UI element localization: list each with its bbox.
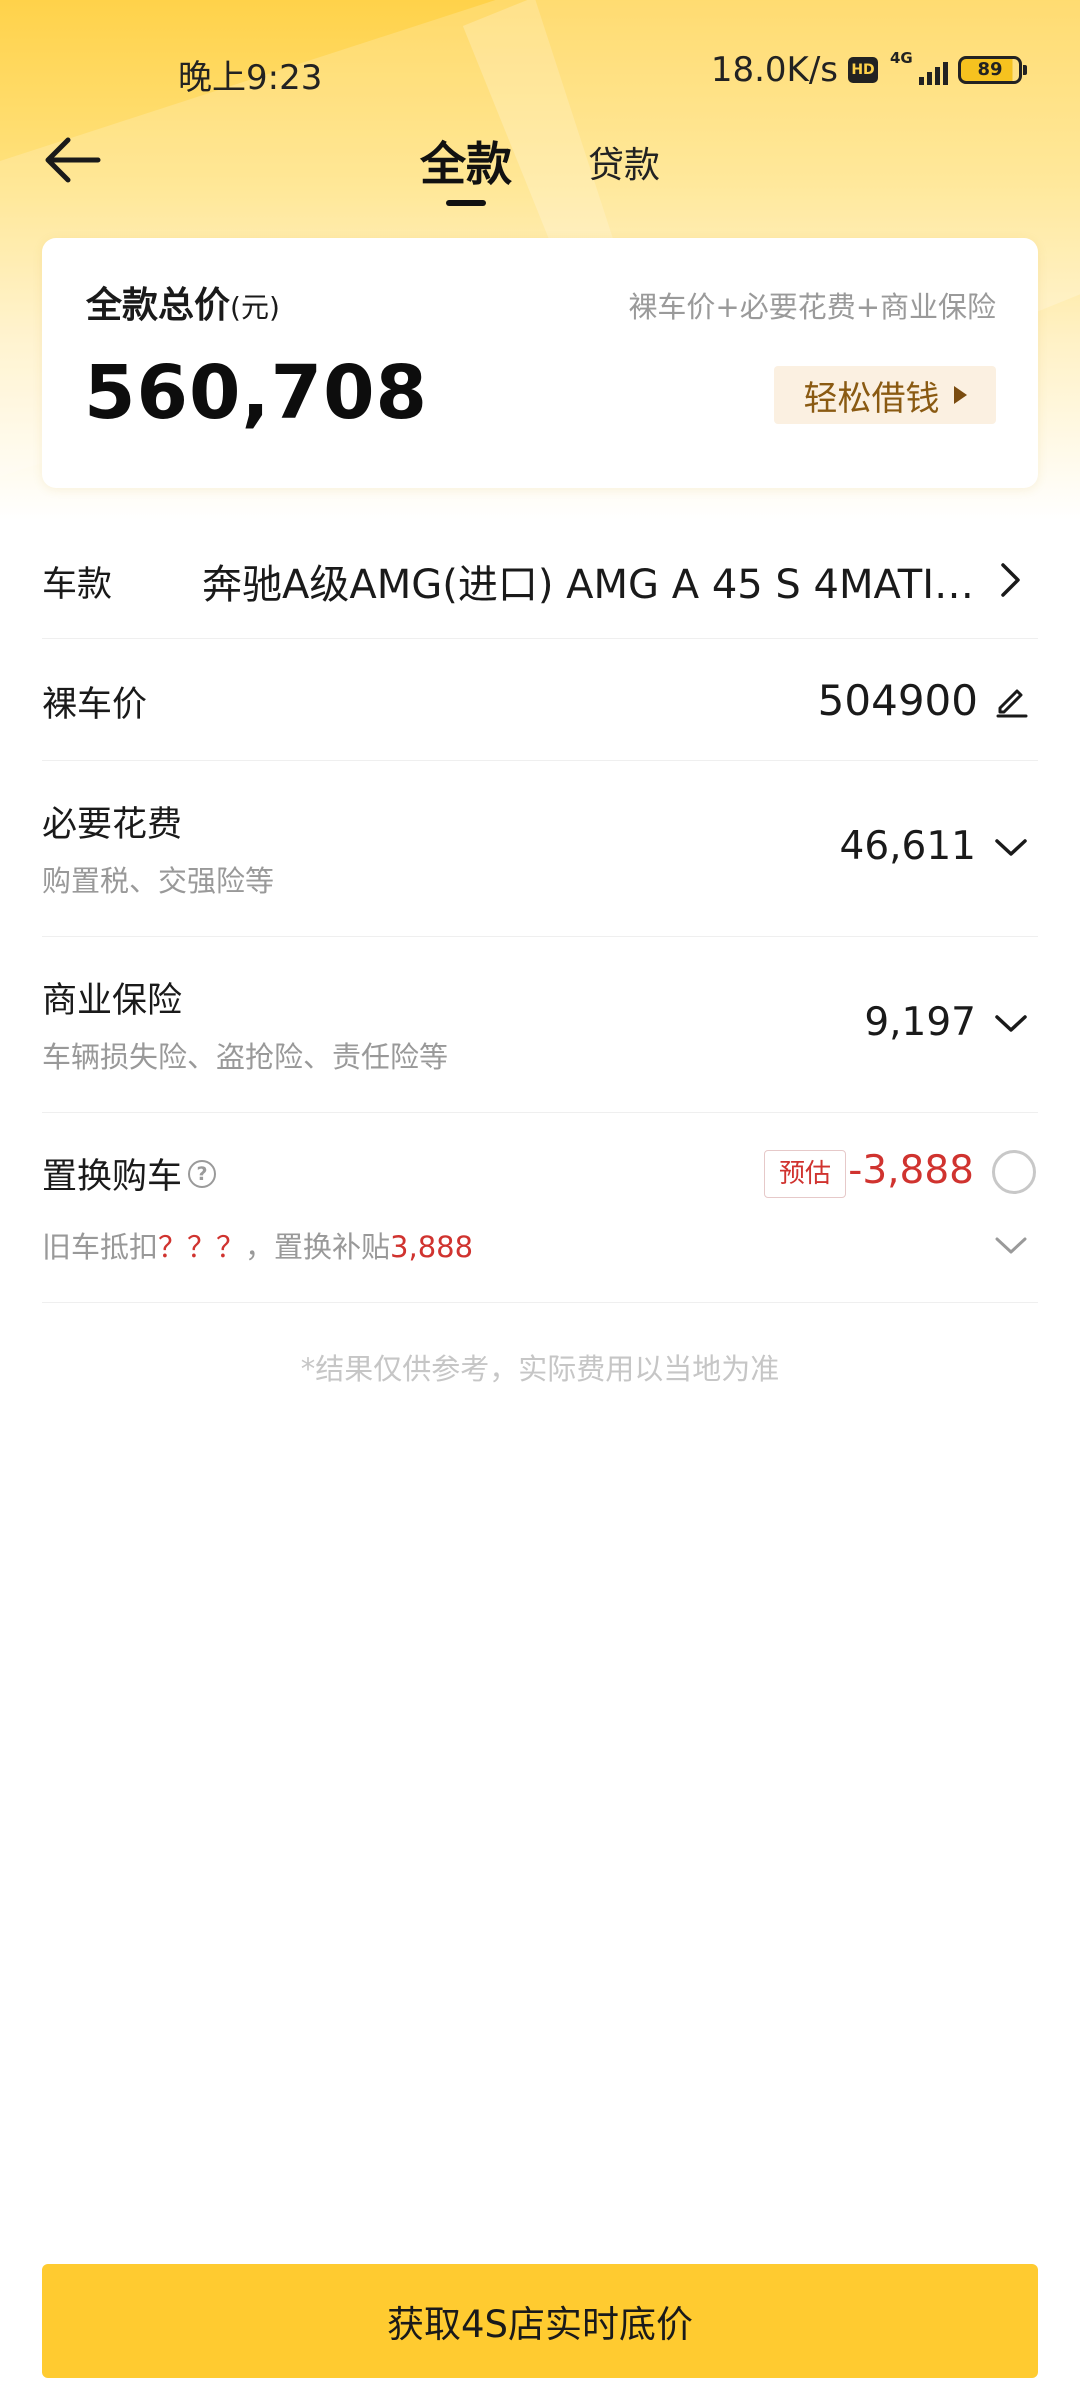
bare-price-value[interactable]: 504900 xyxy=(818,676,978,725)
total-price-label: 全款总价(元) xyxy=(86,285,280,326)
get-dealer-price-button[interactable]: 获取4S店实时底价 xyxy=(42,2264,1038,2378)
disclaimer-text: *结果仅供参考，实际费用以当地为准 xyxy=(300,1352,780,1386)
chevron-right-icon xyxy=(1001,563,1020,597)
play-arrow-icon xyxy=(953,386,967,404)
arrow-left-icon xyxy=(45,137,101,183)
total-price-formula: 裸车价+必要花费+商业保险 xyxy=(628,290,996,324)
required-fees-row[interactable]: 必要花费 购置税、交强险等 46,611 xyxy=(42,762,1038,937)
tab-loan[interactable]: 贷款 xyxy=(588,136,660,188)
commercial-insurance-row[interactable]: 商业保险 车辆损失险、盗抢险、责任险等 9,197 xyxy=(42,938,1038,1113)
car-model-value: 奔驰A级AMG(进口) AMG A 45 S 4MATIC+ xyxy=(202,562,982,608)
easy-borrow-label: 轻松借钱 xyxy=(803,378,940,419)
tab-active-indicator xyxy=(446,200,486,206)
trade-in-sub: 旧车抵扣？？？，置换补贴3,888 xyxy=(42,1224,473,1266)
tab-full-payment[interactable]: 全款 xyxy=(420,128,512,206)
status-time: 晚上9:23 xyxy=(178,58,323,98)
estimate-badge: 预估 xyxy=(763,1150,846,1198)
trade-in-subsidy: 3,888 xyxy=(390,1230,474,1264)
bare-price-label: 裸车价 xyxy=(42,685,148,725)
total-price-value: 560,708 xyxy=(84,350,429,436)
required-fees-sub: 购置税、交强险等 xyxy=(42,864,275,898)
easy-borrow-button[interactable]: 轻松借钱 xyxy=(774,366,996,424)
trade-in-unknown: ？？？ xyxy=(158,1230,246,1264)
total-price-card: 全款总价(元) 裸车价+必要花费+商业保险 560,708 轻松借钱 xyxy=(42,238,1038,488)
chevron-down-icon[interactable] xyxy=(994,1236,1028,1256)
question-icon[interactable]: ? xyxy=(188,1159,217,1188)
signal-icon: 4G xyxy=(888,49,948,87)
commercial-insurance-label: 商业保险 xyxy=(42,981,183,1021)
trade-in-label-group: 置换购车 ? xyxy=(42,1148,217,1199)
car-model-label: 车款 xyxy=(42,565,113,605)
network-label: 4G xyxy=(890,49,913,67)
net-speed: 18.0K/s xyxy=(710,50,838,90)
trade-in-value: -3,888 xyxy=(848,1148,974,1193)
edit-icon[interactable] xyxy=(994,682,1030,718)
trade-in-radio[interactable] xyxy=(992,1150,1036,1194)
back-button[interactable] xyxy=(40,130,110,190)
trade-in-sub-prefix: 旧车抵扣 xyxy=(42,1230,159,1264)
bare-price-row: 裸车价 504900 xyxy=(42,640,1038,761)
tab-full-label: 全款 xyxy=(420,137,512,191)
battery-icon: 89 xyxy=(958,56,1027,84)
commercial-insurance-value: 9,197 xyxy=(864,1000,976,1045)
chevron-down-icon xyxy=(995,1015,1027,1032)
trade-in-row[interactable]: 置换购车 ? 预估 -3,888 旧车抵扣？？？，置换补贴3,888 xyxy=(42,1114,1038,1303)
hd-icon: HD xyxy=(848,57,878,83)
trade-in-label: 置换购车 xyxy=(42,1157,183,1197)
trade-in-sub-mid: ，置换补贴 xyxy=(245,1230,391,1264)
car-model-row[interactable]: 车款 奔驰A级AMG(进口) AMG A 45 S 4MATIC+ xyxy=(42,518,1038,639)
total-price-unit: (元) xyxy=(230,291,280,324)
required-fees-label: 必要花费 xyxy=(42,805,183,845)
chevron-down-icon xyxy=(995,839,1027,856)
status-icons: 18.0K/s HD 4G 89 xyxy=(710,49,1027,90)
required-fees-value: 46,611 xyxy=(839,824,976,869)
commercial-insurance-sub: 车辆损失险、盗抢险、责任险等 xyxy=(42,1040,449,1074)
